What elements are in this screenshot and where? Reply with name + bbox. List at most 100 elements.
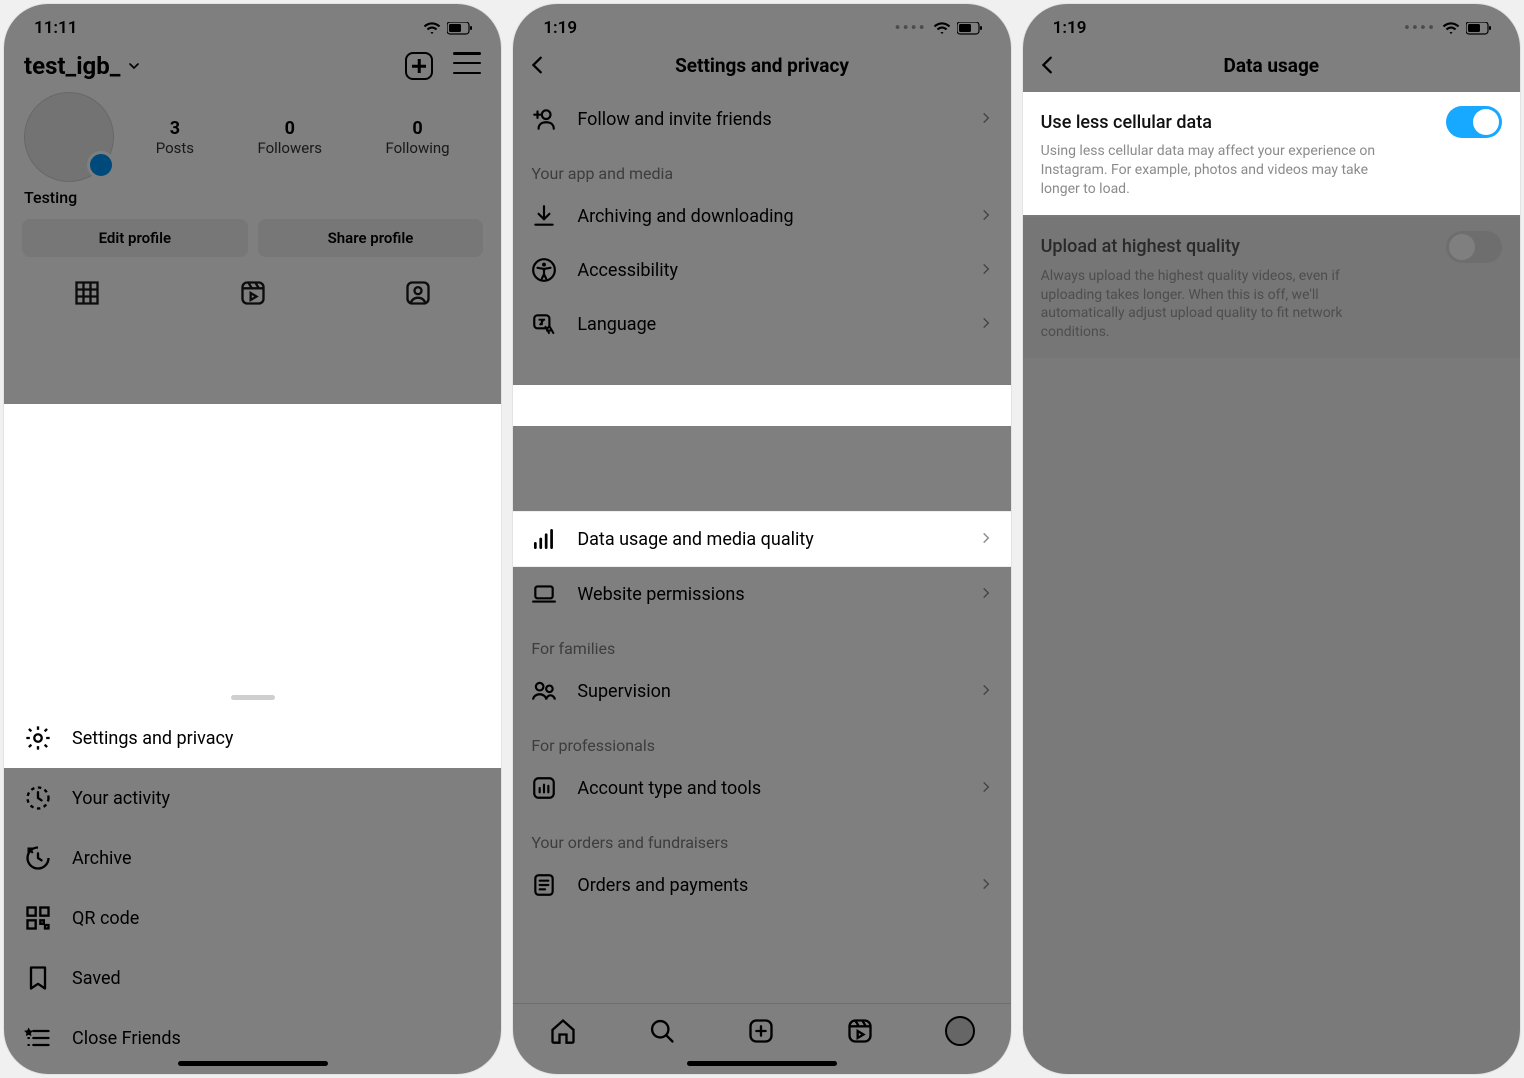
stat-followers[interactable]: 0Followers: [257, 118, 322, 157]
home-tab-icon[interactable]: [549, 1017, 577, 1045]
setitem-label: Account type and tools: [577, 778, 761, 799]
hamburger-menu-button[interactable]: [453, 52, 481, 74]
dots-icon: ••••: [1404, 18, 1436, 38]
search-tab-icon[interactable]: [648, 1017, 676, 1045]
setitem-label: Data usage and media quality: [577, 529, 813, 550]
username-label: test_igb_: [24, 52, 120, 80]
sheet-item-activity[interactable]: Your activity: [4, 768, 501, 828]
item-language[interactable]: Language: [513, 297, 1010, 351]
status-time: 11:11: [34, 18, 77, 38]
activity-icon: [24, 784, 52, 812]
sheet-item-settings[interactable]: Settings and privacy: [4, 708, 501, 768]
sheet-item-label: QR code: [72, 908, 139, 929]
create-tab-icon[interactable]: [747, 1017, 775, 1045]
reels-tab-icon[interactable]: [239, 279, 267, 307]
status-time: 1:19: [543, 18, 577, 38]
bookmark-icon: [24, 964, 52, 992]
home-indicator: [687, 1061, 837, 1066]
sheet-item-saved[interactable]: Saved: [4, 948, 501, 1008]
item-supervision[interactable]: Supervision: [513, 664, 1010, 718]
profile-tabs: [4, 261, 501, 315]
chevron-right-icon: [979, 584, 993, 605]
setitem-label: Archiving and downloading: [577, 206, 793, 227]
status-bar: 1:19 ••••: [513, 4, 1010, 42]
option-desc: Always upload the highest quality videos…: [1041, 267, 1401, 343]
setitem-label: Orders and payments: [577, 875, 748, 896]
chevron-right-icon: [979, 206, 993, 227]
sheet-item-label: Saved: [72, 968, 121, 989]
battery-icon: [447, 22, 473, 35]
sheet-item-label: Close Friends: [72, 1028, 181, 1049]
grid-tab-icon[interactable]: [73, 279, 101, 307]
avatar[interactable]: [24, 92, 114, 182]
profile-tab-icon[interactable]: [945, 1016, 975, 1046]
chevron-right-icon: [979, 778, 993, 799]
nav-header: Settings and privacy: [513, 42, 1010, 92]
item-archiving[interactable]: Archiving and downloading: [513, 189, 1010, 243]
profile-stats: 3Posts 0Followers 0Following: [124, 118, 481, 157]
sheet-item-discover[interactable]: Discover people: [4, 1068, 501, 1074]
receipt-icon: [531, 872, 557, 898]
setitem-label: Language: [577, 314, 656, 335]
chevron-right-icon: [979, 109, 993, 130]
screen-settings: 1:19 •••• Settings and privacy Follow an…: [513, 4, 1010, 1074]
wifi-icon: [1442, 21, 1460, 35]
list-star-icon: [24, 1024, 52, 1052]
item-data-usage[interactable]: Data usage and media quality: [513, 511, 1010, 567]
sheet-item-archive[interactable]: Archive: [4, 828, 501, 888]
download-icon: [531, 203, 557, 229]
reels-tab-icon[interactable]: [846, 1017, 874, 1045]
menu-sheet: Settings and privacy Your activity Archi…: [4, 685, 501, 1074]
section-app-media: Your app and media: [513, 146, 1010, 189]
share-profile-button[interactable]: Share profile: [258, 219, 484, 257]
setitem-label: Website permissions: [577, 584, 744, 605]
item-website-permissions[interactable]: Website permissions: [513, 567, 1010, 621]
item-account-type[interactable]: Account type and tools: [513, 761, 1010, 815]
accessibility-icon: [531, 257, 557, 283]
sheet-grabber[interactable]: [231, 695, 275, 700]
nav-header: Data usage: [1023, 42, 1520, 92]
chart-box-icon: [531, 775, 557, 801]
chevron-right-icon: [979, 260, 993, 281]
screen-data-usage: 1:19 •••• Data usage Use less cellular d…: [1023, 4, 1520, 1074]
stat-posts[interactable]: 3Posts: [156, 118, 194, 157]
option-upload-quality[interactable]: Upload at highest quality Always upload …: [1023, 217, 1520, 359]
stat-following[interactable]: 0Following: [385, 118, 449, 157]
option-desc: Using less cellular data may affect your…: [1041, 142, 1401, 199]
status-time: 1:19: [1053, 18, 1087, 38]
setitem-label: Supervision: [577, 681, 671, 702]
people-icon: [531, 678, 557, 704]
toggle-use-less-data[interactable]: [1446, 106, 1502, 138]
cellular-bars-icon: [531, 526, 557, 552]
setitem-label: Follow and invite friends: [577, 109, 771, 130]
section-families: For families: [513, 621, 1010, 664]
chevron-down-icon: [126, 58, 142, 74]
add-person-icon: [531, 106, 557, 132]
sheet-item-label: Archive: [72, 848, 132, 869]
tagged-tab-icon[interactable]: [404, 279, 432, 307]
username-dropdown[interactable]: test_igb_: [24, 52, 142, 80]
chevron-right-icon: [979, 681, 993, 702]
laptop-icon: [531, 581, 557, 607]
add-story-icon[interactable]: [87, 151, 115, 179]
battery-icon: [1466, 22, 1492, 35]
option-title: Upload at highest quality: [1041, 236, 1240, 257]
create-post-button[interactable]: [405, 52, 433, 80]
option-use-less-data[interactable]: Use less cellular data Using less cellul…: [1023, 92, 1520, 215]
qr-icon: [24, 904, 52, 932]
sheet-item-close-friends[interactable]: Close Friends: [4, 1008, 501, 1068]
setitem-label: Accessibility: [577, 260, 678, 281]
wifi-icon: [933, 21, 951, 35]
dots-icon: ••••: [895, 18, 927, 38]
sheet-item-qr[interactable]: QR code: [4, 888, 501, 948]
edit-profile-button[interactable]: Edit profile: [22, 219, 248, 257]
item-accessibility[interactable]: Accessibility: [513, 243, 1010, 297]
option-title: Use less cellular data: [1041, 112, 1212, 133]
toggle-upload-quality[interactable]: [1446, 231, 1502, 263]
profile-header: test_igb_: [4, 42, 501, 86]
status-bar: 1:19 ••••: [1023, 4, 1520, 42]
section-professionals: For professionals: [513, 718, 1010, 761]
item-orders[interactable]: Orders and payments: [513, 858, 1010, 912]
page-title: Data usage: [1023, 54, 1520, 77]
item-follow-invite[interactable]: Follow and invite friends: [513, 92, 1010, 146]
